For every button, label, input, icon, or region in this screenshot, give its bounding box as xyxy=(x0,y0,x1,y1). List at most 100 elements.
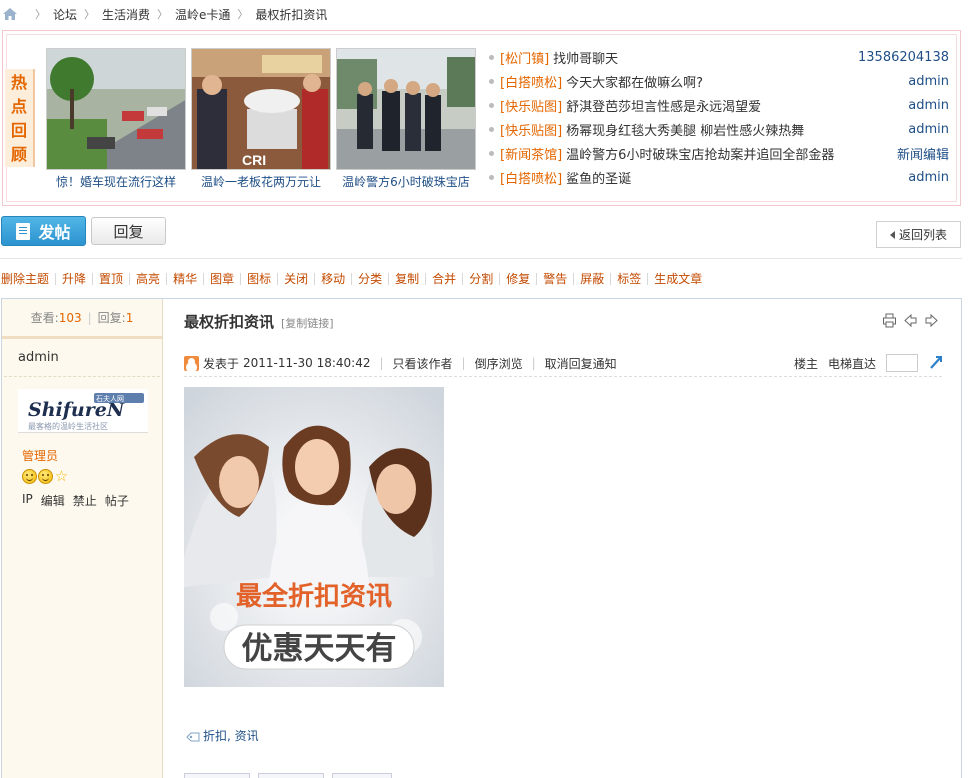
mod-digest[interactable]: 精华 xyxy=(167,273,205,285)
online-user-icon xyxy=(184,355,199,371)
mod-icon[interactable]: 图标 xyxy=(241,273,279,285)
list-item-category[interactable]: [新闻茶馆] xyxy=(500,144,562,163)
list-item-author[interactable]: admin xyxy=(908,74,949,89)
post-action-button[interactable] xyxy=(184,773,250,778)
next-thread-icon[interactable] xyxy=(924,313,939,328)
breadcrumb: 〉 论坛 〉 生活消费 〉 温岭e卡通 〉 最权折扣资讯 xyxy=(0,0,972,28)
bullet-icon xyxy=(489,174,494,180)
list-item[interactable]: [白搭喷松] 今天大家都在做嘛么啊? admin xyxy=(489,69,949,93)
list-item-author[interactable]: admin xyxy=(908,122,949,137)
list-item-category[interactable]: [白搭喷松] xyxy=(500,72,562,91)
home-icon[interactable] xyxy=(2,7,18,21)
new-post-button[interactable]: 发帖 xyxy=(1,216,86,246)
new-post-label: 发帖 xyxy=(38,223,71,242)
mod-stamp[interactable]: 图章 xyxy=(204,273,242,285)
breadcrumb-card[interactable]: 温岭e卡通 xyxy=(175,6,230,23)
mod-tag[interactable]: 标签 xyxy=(611,273,649,285)
reply-button[interactable]: 回复 xyxy=(91,217,166,245)
thumbnail-caption[interactable]: 温岭警方6小时破珠宝店 xyxy=(331,173,481,190)
rank-icons: ☆ xyxy=(22,469,69,484)
list-item-author[interactable]: 新闻编辑 xyxy=(897,144,949,163)
user-action-ip[interactable]: IP xyxy=(22,492,33,509)
post-action-button[interactable] xyxy=(332,773,392,778)
user-actions: IP 编辑 禁止 帖子 xyxy=(22,492,129,509)
list-item-title[interactable]: 温岭警方6小时破珠宝店抢劫案并追回全部金器 xyxy=(566,144,897,163)
mod-close[interactable]: 关闭 xyxy=(278,273,316,285)
list-item-title[interactable]: 杨幂现身红毯大秀美腿 柳岩性感火辣热舞 xyxy=(566,120,908,139)
tag-list[interactable]: 折扣, 资讯 xyxy=(203,727,259,744)
user-action-ban[interactable]: 禁止 xyxy=(73,492,97,509)
back-to-list-button[interactable]: 返回列表 xyxy=(876,221,961,248)
smiley-rank-icon xyxy=(22,469,37,484)
mod-classify[interactable]: 分类 xyxy=(352,273,390,285)
list-item[interactable]: [白搭喷松] 鲨鱼的圣诞 admin xyxy=(489,165,949,189)
arrow-left-icon xyxy=(889,230,895,239)
breadcrumb-forum[interactable]: 论坛 xyxy=(53,6,77,23)
mod-copy[interactable]: 复制 xyxy=(389,273,427,285)
list-item-category[interactable]: [白搭喷松] xyxy=(500,168,562,187)
list-item[interactable]: [快乐贴图] 舒淇登芭莎坦言性感是永远渴望爱 admin xyxy=(489,93,949,117)
mod-move[interactable]: 移动 xyxy=(315,273,353,285)
user-role[interactable]: 管理员 xyxy=(22,447,58,464)
user-action-edit[interactable]: 编辑 xyxy=(41,492,65,509)
list-item-title[interactable]: 今天大家都在做嘛么啊? xyxy=(566,72,908,91)
logo-subtitle: 最客格的温岭生活社区 xyxy=(28,421,108,431)
hot-review-list: [松门镇] 找帅哥聊天 13586204138 [白搭喷松] 今天大家都在做嘛么… xyxy=(489,45,949,189)
breadcrumb-separator: 〉 xyxy=(84,8,96,21)
list-item-category[interactable]: [快乐贴图] xyxy=(500,120,562,139)
previous-thread-icon[interactable] xyxy=(903,313,918,328)
list-item[interactable]: [新闻茶馆] 温岭警方6小时破珠宝店抢劫案并追回全部金器 新闻编辑 xyxy=(489,141,949,165)
thumbnail-police[interactable] xyxy=(336,48,476,170)
list-item[interactable]: [快乐贴图] 杨幂现身红毯大秀美腿 柳岩性感火辣热舞 admin xyxy=(489,117,949,141)
thread-stats: 查看: 103 | 回复: 1 xyxy=(2,299,162,339)
only-author-link[interactable]: 只看该作者 xyxy=(393,355,453,372)
mod-merge[interactable]: 合并 xyxy=(426,273,464,285)
post-action-button[interactable] xyxy=(258,773,324,778)
copy-link[interactable]: [复制链接] xyxy=(281,315,334,331)
go-icon[interactable] xyxy=(928,354,944,373)
thumbnail-wedding-car[interactable] xyxy=(46,48,186,170)
list-item-title[interactable]: 鲨鱼的圣诞 xyxy=(566,168,908,187)
list-item-author[interactable]: admin xyxy=(908,98,949,113)
divider xyxy=(0,258,962,259)
mod-raise-lower[interactable]: 升降 xyxy=(56,273,94,285)
author-name[interactable]: admin xyxy=(4,339,160,377)
mod-generate-article[interactable]: 生成文章 xyxy=(648,273,708,285)
mod-block[interactable]: 屏蔽 xyxy=(574,273,612,285)
author-name-text[interactable]: admin xyxy=(18,350,59,365)
list-item-title[interactable]: 舒淇登芭莎坦言性感是永远渴望爱 xyxy=(566,96,908,115)
breadcrumb-separator: 〉 xyxy=(35,8,46,21)
post-image[interactable]: 最全折扣资讯 优惠天天有 xyxy=(184,387,444,687)
thumbnail-boss[interactable]: CRI xyxy=(191,48,331,170)
mod-warn[interactable]: 警告 xyxy=(537,273,575,285)
mod-highlight[interactable]: 高亮 xyxy=(130,273,168,285)
mod-delete-thread[interactable]: 删除主题 xyxy=(1,273,57,285)
print-icon[interactable] xyxy=(882,313,897,328)
list-item-category[interactable]: [快乐贴图] xyxy=(500,96,562,115)
list-item-author[interactable]: admin xyxy=(908,170,949,185)
cancel-notify-link[interactable]: 取消回复通知 xyxy=(545,355,617,372)
mod-repair[interactable]: 修复 xyxy=(500,273,538,285)
divider xyxy=(184,376,942,377)
reverse-browse-link[interactable]: 倒序浏览 xyxy=(475,355,523,372)
bullet-icon xyxy=(489,150,494,156)
stats-separator: | xyxy=(87,310,92,325)
thumbnail-caption[interactable]: 惊！婚车现在流行这样 xyxy=(41,173,191,190)
hot-review-title: 热点回顾 xyxy=(5,69,35,167)
thumbnail-caption[interactable]: 温岭一老板花两万元让 xyxy=(186,173,336,190)
author-sidebar: 查看: 103 | 回复: 1 admin ShifureN 石夫人网 最客格的… xyxy=(2,299,163,778)
author-avatar[interactable]: ShifureN 石夫人网 最客格的温岭生活社区 xyxy=(18,389,148,433)
bullet-icon xyxy=(489,126,494,132)
floor-jump-input[interactable] xyxy=(886,354,918,372)
user-action-posts[interactable]: 帖子 xyxy=(105,492,129,509)
list-item-category[interactable]: [松门镇] xyxy=(500,48,549,67)
mod-split[interactable]: 分割 xyxy=(463,273,501,285)
post-title: 最权折扣资讯 [复制链接] xyxy=(184,311,334,332)
list-item-author[interactable]: 13586204138 xyxy=(858,50,949,65)
breadcrumb-life[interactable]: 生活消费 xyxy=(102,6,150,23)
breadcrumb-current[interactable]: 最权折扣资讯 xyxy=(255,6,327,23)
list-item[interactable]: [松门镇] 找帅哥聊天 13586204138 xyxy=(489,45,949,69)
posted-time: 2011-11-30 18:40:42 xyxy=(243,356,371,370)
list-item-title[interactable]: 找帅哥聊天 xyxy=(553,48,858,67)
mod-sticky[interactable]: 置顶 xyxy=(93,273,131,285)
